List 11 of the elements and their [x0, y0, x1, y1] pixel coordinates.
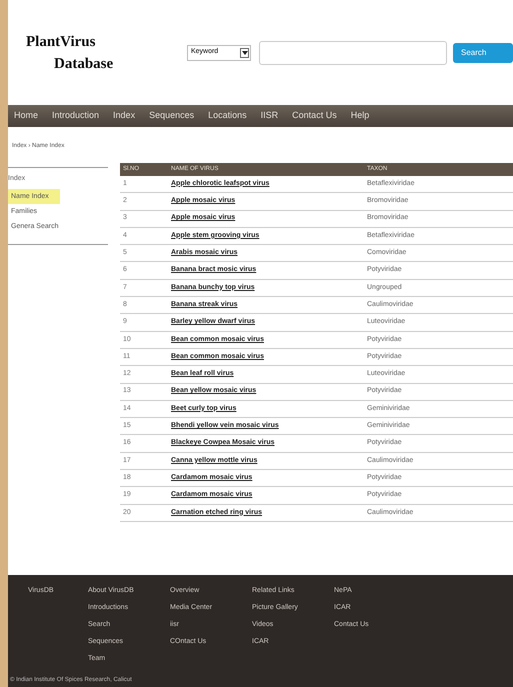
search-field[interactable] — [259, 40, 447, 64]
nav-link[interactable]: Index — [113, 109, 136, 123]
nav-link[interactable]: Introduction — [52, 109, 100, 123]
nav-link[interactable]: Sequences — [149, 109, 194, 123]
nav-link[interactable]: Locations — [208, 109, 247, 123]
nav-link[interactable]: Help — [350, 109, 370, 123]
site-logo[interactable]: PlantVirus Database — [8, 30, 187, 74]
nav-link[interactable]: Home — [14, 109, 38, 123]
nav-link[interactable]: Contact Us — [292, 109, 337, 123]
nav-link[interactable]: IISR — [260, 109, 278, 123]
dropdown-caret-icon — [240, 48, 249, 58]
